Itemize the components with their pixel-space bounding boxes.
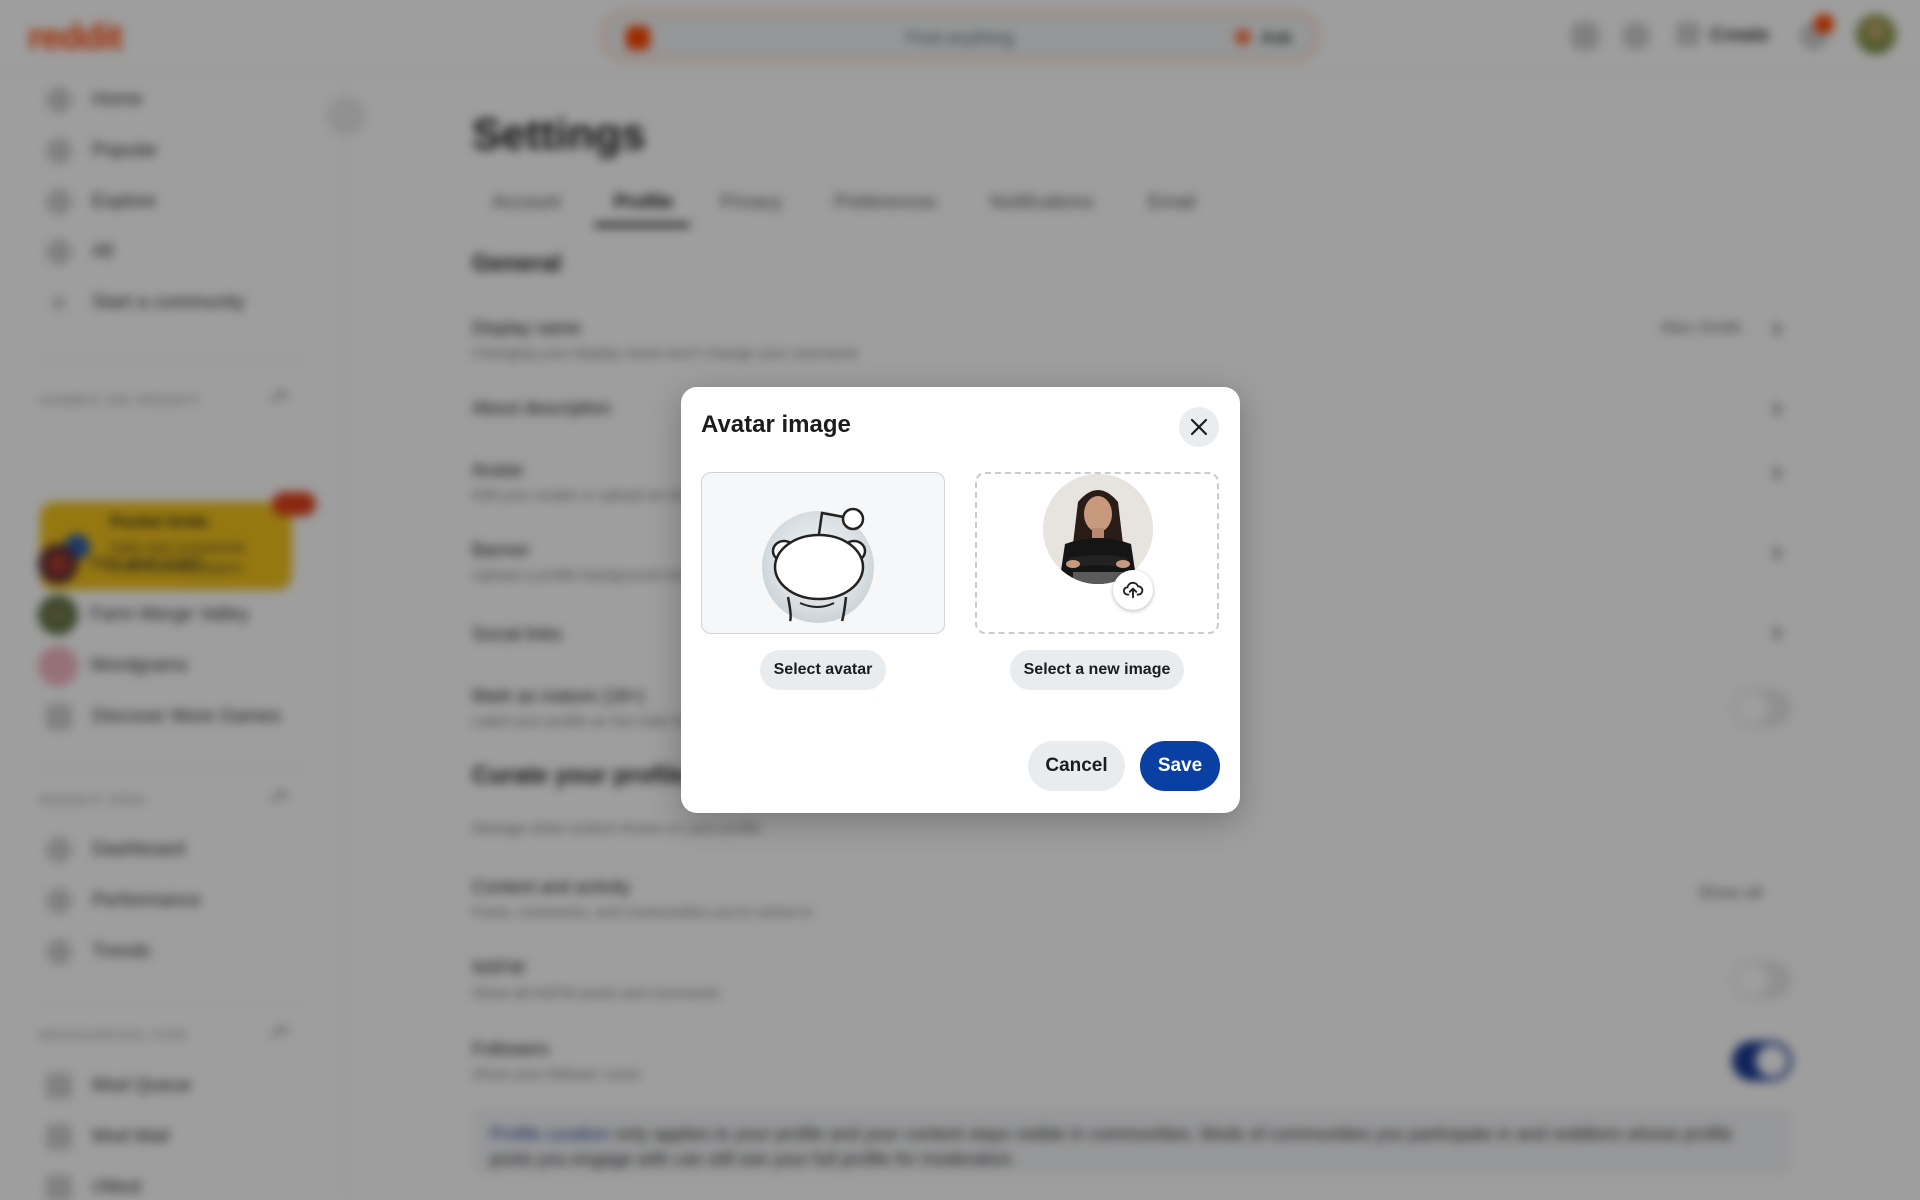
close-icon bbox=[1190, 418, 1208, 436]
cancel-button[interactable]: Cancel bbox=[1028, 741, 1125, 791]
snoo-avatar-image bbox=[762, 507, 874, 623]
cloud-upload-icon bbox=[1122, 581, 1144, 599]
avatar-image-dialog: Avatar image Select avatar Select a new … bbox=[681, 387, 1240, 813]
save-button[interactable]: Save bbox=[1140, 741, 1220, 791]
current-avatar-card[interactable] bbox=[701, 472, 945, 634]
close-button[interactable] bbox=[1179, 407, 1219, 447]
select-new-image-button[interactable]: Select a new image bbox=[1010, 650, 1184, 690]
uploaded-photo-image bbox=[1043, 474, 1153, 584]
upload-image-card[interactable] bbox=[975, 472, 1219, 634]
upload-button[interactable] bbox=[1113, 570, 1153, 610]
select-avatar-button[interactable]: Select avatar bbox=[760, 650, 886, 690]
dialog-title: Avatar image bbox=[701, 411, 851, 438]
